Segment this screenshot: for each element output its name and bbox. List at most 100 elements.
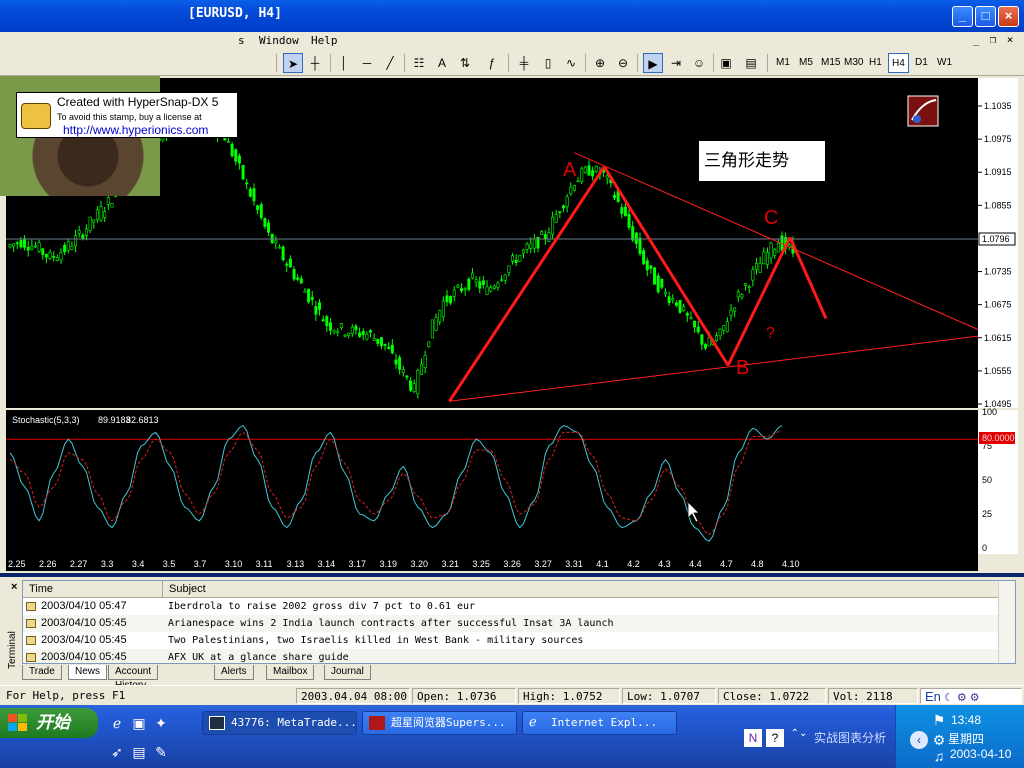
candle-body bbox=[383, 343, 387, 346]
task-metatrader[interactable]: 43776: MetaTrade... bbox=[202, 711, 357, 735]
maximize-button[interactable]: □ bbox=[975, 6, 996, 27]
tray-volume-icon[interactable]: ♫ bbox=[930, 747, 948, 765]
tab-account-history[interactable]: Account History bbox=[108, 665, 159, 691]
app-quicklaunch-icon[interactable]: ✦ bbox=[152, 714, 170, 732]
language-bar[interactable]: En ☾ ⚙ ⚙ bbox=[920, 688, 1022, 704]
task-superstar[interactable]: 超星阅览器Supers... bbox=[362, 711, 517, 735]
chart-shift-icon[interactable]: ⇥ bbox=[666, 53, 686, 73]
terminal-scrollbar[interactable] bbox=[998, 581, 1015, 663]
experts-icon[interactable]: ☺ bbox=[689, 53, 709, 73]
stochastic-panel[interactable] bbox=[6, 410, 978, 554]
tab-news[interactable]: News bbox=[68, 665, 108, 680]
app2-quicklaunch-icon[interactable]: ➶ bbox=[108, 743, 126, 761]
task-internet-explorer[interactable]: ℯ Internet Expl... bbox=[522, 711, 677, 735]
candle-body bbox=[292, 269, 296, 280]
candle-body bbox=[369, 330, 373, 333]
candle-body bbox=[394, 359, 398, 365]
stochastic-label: Stochastic(5,3,3) bbox=[12, 415, 80, 425]
candle-chart-icon[interactable]: ▯ bbox=[538, 53, 558, 73]
doc-quicklaunch-icon[interactable]: ▤ bbox=[130, 743, 148, 761]
timeframe-h4-button[interactable]: H4 bbox=[888, 53, 909, 73]
timeframe-m1-button[interactable]: M1 bbox=[773, 53, 793, 73]
timeframe-m15-button[interactable]: M15 bbox=[818, 53, 843, 73]
clock-time[interactable]: 13:48 bbox=[951, 713, 981, 727]
channel-icon[interactable]: ☷ bbox=[409, 53, 429, 73]
line-chart-icon[interactable]: ∿ bbox=[561, 53, 581, 73]
clock-day[interactable]: 星期四 bbox=[948, 730, 984, 747]
candle-body bbox=[649, 265, 653, 269]
status-low: Low: 1.0707 bbox=[622, 688, 716, 704]
trendline-icon[interactable]: ╱ bbox=[380, 53, 400, 73]
arrows-icon[interactable]: ⇅ bbox=[455, 53, 475, 73]
timeframe-h1-button[interactable]: H1 bbox=[866, 53, 885, 73]
chart-window: 1.1035 1.0975 1.0915 1.0855 1.0735 1.0675 1.06… bbox=[0, 76, 1024, 573]
candle-body bbox=[507, 265, 511, 273]
menu-item-charts[interactable]: s bbox=[238, 34, 245, 47]
zoom-in-icon[interactable]: ⊕ bbox=[590, 53, 610, 73]
tool-quicklaunch-icon[interactable]: ✎ bbox=[152, 743, 170, 761]
candle-body bbox=[762, 251, 766, 265]
horizontal-line-icon[interactable]: ─ bbox=[357, 53, 377, 73]
text-tool-icon[interactable]: A bbox=[432, 53, 452, 73]
time-tick-label: 3.5 bbox=[163, 559, 176, 569]
start-label: 开始 bbox=[36, 713, 70, 732]
zoom-out-icon[interactable]: ⊖ bbox=[613, 53, 633, 73]
candle-body bbox=[26, 246, 30, 251]
mdi-close-button[interactable]: × bbox=[1002, 33, 1018, 48]
cursor-icon[interactable]: ➤ bbox=[283, 53, 303, 73]
close-button[interactable]: × bbox=[998, 6, 1019, 27]
news-row[interactable]: 2003/04/10 05:45 Arianespace wins 2 India… bbox=[23, 615, 999, 632]
tab-trade[interactable]: Trade bbox=[22, 665, 62, 680]
column-header-time[interactable]: Time bbox=[23, 581, 163, 598]
candle-body bbox=[470, 272, 474, 279]
minimize-button[interactable]: _ bbox=[952, 6, 973, 27]
mdi-restore-button[interactable]: ❐ bbox=[985, 33, 1001, 48]
tab-mailbox[interactable]: Mailbox bbox=[266, 665, 315, 680]
fibonacci-icon[interactable]: ƒ bbox=[482, 53, 502, 73]
label-a: A bbox=[563, 159, 577, 181]
news-item-icon bbox=[26, 653, 36, 662]
templates-icon[interactable]: ▤ bbox=[741, 53, 761, 73]
candle-body bbox=[558, 211, 562, 214]
mt-quicklaunch-icon[interactable]: ▣ bbox=[130, 714, 148, 732]
candle-body bbox=[44, 253, 48, 258]
candle-body bbox=[37, 242, 41, 252]
column-header-subject[interactable]: Subject bbox=[163, 581, 999, 598]
tray-arrows-icon[interactable]: ⌃⌄ bbox=[790, 725, 808, 743]
start-button[interactable]: 开始 bbox=[0, 708, 98, 738]
news-row[interactable]: 2003/04/10 05:47 Iberdrola to raise 2002 … bbox=[23, 598, 999, 615]
candle-body bbox=[704, 344, 708, 349]
candle-body bbox=[765, 252, 769, 265]
tab-alerts[interactable]: Alerts bbox=[214, 665, 254, 680]
vertical-line-icon[interactable]: │ bbox=[334, 53, 354, 73]
tab-journal[interactable]: Journal bbox=[324, 665, 371, 680]
news-item-icon bbox=[26, 619, 36, 628]
ie-quicklaunch-icon[interactable]: ℯ bbox=[108, 714, 126, 732]
timeframe-w1-button[interactable]: W1 bbox=[934, 53, 955, 73]
help-icon[interactable]: ? bbox=[766, 729, 784, 747]
candle-body bbox=[358, 332, 362, 337]
terminal-close-button[interactable]: × bbox=[11, 581, 17, 593]
input-method-icon[interactable]: N bbox=[744, 729, 762, 747]
label-b: B bbox=[736, 357, 749, 379]
timeframe-m30-button[interactable]: M30 bbox=[841, 53, 866, 73]
moon-icon: ☾ ⚙ ⚙ bbox=[943, 692, 980, 704]
news-row[interactable]: 2003/04/10 05:45 AFX UK at a glance share… bbox=[23, 649, 999, 663]
tray-expand-icon[interactable]: ‹ bbox=[910, 731, 928, 749]
autoscroll-icon[interactable]: ▶ bbox=[643, 53, 663, 73]
clock-date[interactable]: 2003-04-10 bbox=[950, 747, 1011, 761]
tray-app-icon[interactable]: ⚑ bbox=[930, 711, 948, 729]
crosshair-icon[interactable]: ┼ bbox=[305, 53, 325, 73]
timeframe-m5-button[interactable]: M5 bbox=[796, 53, 816, 73]
indicators-icon[interactable]: ▣ bbox=[716, 53, 736, 73]
candle-body bbox=[525, 244, 529, 250]
bar-chart-icon[interactable]: ╪ bbox=[514, 53, 534, 73]
timeframe-d1-button[interactable]: D1 bbox=[912, 53, 931, 73]
title-bar[interactable]: [EURUSD, H4] _ □ × bbox=[0, 0, 1024, 32]
mdi-minimize-button[interactable]: _ bbox=[968, 33, 984, 48]
menu-item-window[interactable]: Window bbox=[259, 34, 299, 47]
menu-item-help[interactable]: Help bbox=[311, 34, 338, 47]
label-question: ? bbox=[766, 325, 775, 342]
news-row[interactable]: 2003/04/10 05:45 Two Palestinians, two Is… bbox=[23, 632, 999, 649]
candle-body bbox=[518, 254, 522, 262]
